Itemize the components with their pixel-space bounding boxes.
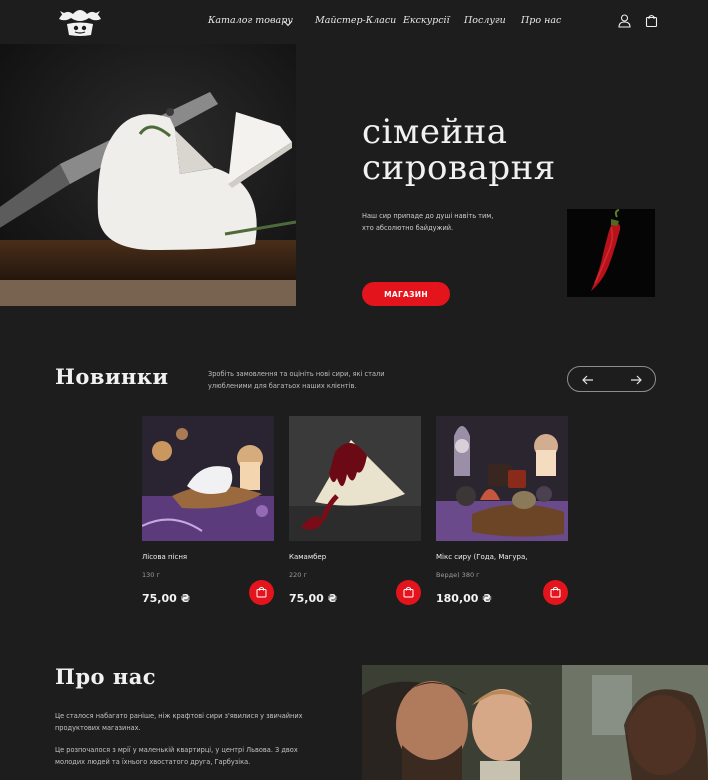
hero-description: Наш сир припаде до душі навіть тим, хто …	[362, 212, 494, 232]
bag-icon	[256, 586, 267, 598]
carousel-controls	[567, 366, 656, 392]
bag-icon[interactable]	[644, 13, 659, 28]
shop-button[interactable]: МАГАЗИН	[362, 282, 450, 306]
hero-cheese-photo	[0, 44, 296, 306]
new-arrivals-description: Зробіть замовлення та оцініть нові сири,…	[208, 370, 385, 390]
nav-services[interactable]: Послуги	[464, 15, 506, 26]
nav-master-classes[interactable]: Майстер-Класи	[315, 15, 396, 26]
chevron-down-icon[interactable]	[282, 14, 294, 27]
add-to-cart-button[interactable]	[543, 580, 568, 605]
product-image-cheese-mix[interactable]	[436, 416, 568, 541]
product-image-camembert[interactable]	[289, 416, 421, 541]
nav-about[interactable]: Про нас	[521, 15, 561, 26]
chili-pepper-image	[567, 209, 655, 297]
about-paragraph-2: Це розпочалося з мрії у маленькій кварти…	[55, 746, 298, 766]
product-name[interactable]: Лісова пісня	[142, 553, 187, 561]
about-title: Про нас	[55, 664, 157, 689]
hero-title-line1: сімейна	[362, 112, 508, 152]
new-arrivals-title: Новинки	[55, 364, 169, 389]
hero-title-line2: сироварня	[362, 148, 556, 188]
product-name[interactable]: Камамбер	[289, 553, 326, 561]
nav-excursions[interactable]: Екскурсії	[403, 15, 450, 26]
user-icon[interactable]	[617, 13, 632, 28]
arrow-left-icon[interactable]	[580, 372, 596, 388]
product-price: 75,00 ₴	[142, 592, 191, 605]
arrow-right-icon[interactable]	[628, 372, 644, 388]
site-logo[interactable]	[55, 6, 105, 38]
hero-title: сімейна сироварня	[362, 114, 556, 186]
about-family-photo	[362, 665, 708, 780]
product-price: 180,00 ₴	[436, 592, 492, 605]
about-paragraph-1: Це сталося набагато раніше, ніж крафтові…	[55, 712, 303, 732]
add-to-cart-button[interactable]	[249, 580, 274, 605]
bag-icon	[403, 586, 414, 598]
product-weight: 220 г	[289, 571, 307, 579]
product-name[interactable]: Мікс сиру (Года, Магура,	[436, 553, 527, 561]
nav-catalog[interactable]: Каталог товару	[208, 15, 293, 26]
site-header: Каталог товару Майстер-Класи Екскурсії П…	[0, 0, 708, 44]
product-weight: 130 г	[142, 571, 160, 579]
add-to-cart-button[interactable]	[396, 580, 421, 605]
product-weight: Верде) 380 г	[436, 571, 480, 579]
bag-icon	[550, 586, 561, 598]
product-price: 75,00 ₴	[289, 592, 338, 605]
product-image-lisova-pisnia[interactable]	[142, 416, 274, 541]
